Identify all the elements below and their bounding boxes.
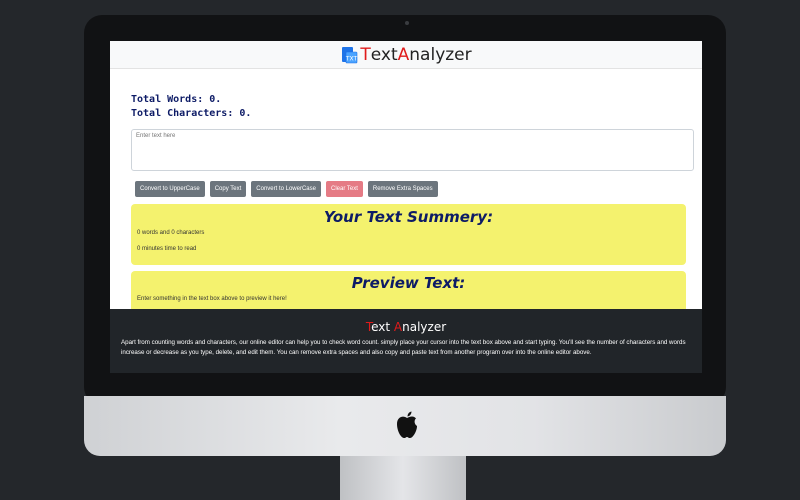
stats-block: Total Words: 0. Total Characters: 0. bbox=[131, 93, 685, 121]
total-words: Total Words: 0. bbox=[131, 94, 222, 105]
uppercase-button[interactable]: Convert to UpperCase bbox=[135, 181, 205, 197]
summary-card: Your Text Summery: 0 words and 0 charact… bbox=[131, 204, 686, 265]
monitor-stand bbox=[340, 456, 466, 500]
footer-description: Apart from counting words and characters… bbox=[121, 339, 686, 356]
navbar: TXT Text Analyzer bbox=[110, 41, 702, 69]
preview-text: Enter something in the text box above to… bbox=[137, 296, 287, 302]
footer: Text Analyzer Apart from counting words … bbox=[110, 309, 702, 373]
text-input[interactable] bbox=[131, 129, 694, 171]
total-characters: Total Characters: 0. bbox=[131, 108, 252, 119]
remove-spaces-button[interactable]: Remove Extra Spaces bbox=[367, 181, 438, 197]
footer-text-2: nalyzer bbox=[402, 320, 447, 334]
browser-screen: TXT Text Analyzer Total Words: 0. Total … bbox=[110, 41, 702, 373]
summary-title: Your Text Summery: bbox=[323, 208, 494, 226]
footer-letter-a: A bbox=[393, 320, 403, 334]
main-content: Total Words: 0. Total Characters: 0. Con… bbox=[110, 69, 702, 315]
brand-text-2: nalyzer bbox=[409, 44, 472, 65]
text-document-icon: TXT bbox=[342, 46, 358, 63]
brand[interactable]: TXT Text Analyzer bbox=[340, 44, 472, 65]
action-buttons: Convert to UpperCase Copy Text Convert t… bbox=[131, 181, 685, 197]
summary-read-time: 0 minutes time to read bbox=[137, 246, 197, 252]
apple-logo-icon bbox=[397, 411, 417, 438]
svg-text:TXT: TXT bbox=[345, 55, 358, 62]
brand-letter-a: A bbox=[397, 44, 410, 65]
copy-button[interactable]: Copy Text bbox=[209, 181, 247, 197]
lowercase-button[interactable]: Convert to LowerCase bbox=[251, 181, 321, 197]
footer-title: Text Analyzer bbox=[110, 320, 702, 334]
brand-letter-t: T bbox=[360, 44, 371, 65]
footer-text-1: ext bbox=[371, 320, 394, 334]
brand-text-1: ext bbox=[370, 44, 398, 65]
preview-title: Preview Text: bbox=[351, 274, 466, 292]
camera-dot bbox=[405, 21, 409, 25]
clear-button[interactable]: Clear Text bbox=[325, 181, 363, 197]
summary-counts: 0 words and 0 characters bbox=[137, 230, 205, 236]
